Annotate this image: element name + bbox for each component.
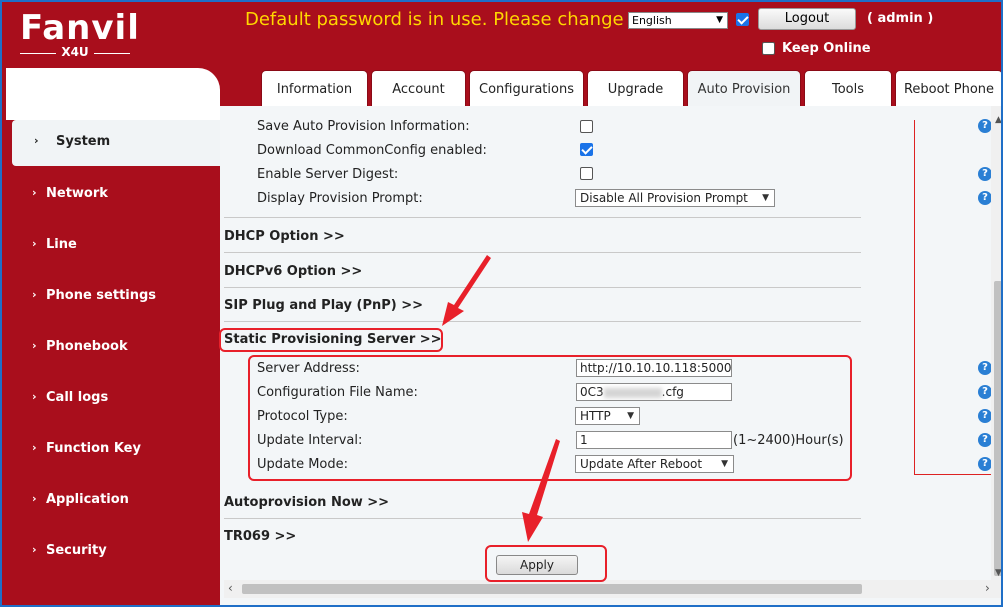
sidebar-item-label: Phone settings [46, 288, 157, 303]
sidebar-item-label: System [56, 134, 111, 149]
download-common-label: Download CommonConfig enabled: [257, 143, 487, 158]
model-label: X4U [61, 45, 89, 59]
chevron-down-icon: ▼ [762, 193, 769, 203]
chevron-right-icon: › [32, 186, 37, 199]
annotation-box-static-fields [248, 355, 852, 481]
divider [224, 287, 861, 288]
sidebar-item-system[interactable]: › System [12, 120, 220, 166]
scroll-down-icon[interactable]: ▼ [995, 568, 1001, 578]
annotation-box-static-header [219, 328, 443, 352]
fanvil-logo: Fanvil [20, 8, 140, 48]
keep-online-label: Keep Online [782, 41, 871, 56]
divider [224, 321, 861, 322]
sidebar-item-label: Network [46, 186, 108, 201]
help-icon[interactable]: ? [978, 191, 992, 205]
tab-upgrade[interactable]: Upgrade [587, 70, 684, 106]
sidebar-item-network[interactable]: › Network [2, 172, 220, 218]
tab-information[interactable]: Information [261, 70, 368, 106]
sidebar-item-phone-settings[interactable]: › Phone settings [2, 274, 220, 320]
sidebar-item-label: Call logs [46, 390, 109, 405]
keep-online-checkbox[interactable] [762, 42, 775, 55]
divider [224, 217, 861, 218]
sidebar-item-phonebook[interactable]: › Phonebook [2, 325, 220, 371]
server-digest-checkbox[interactable] [580, 167, 593, 180]
tab-account[interactable]: Account [371, 70, 466, 106]
help-icon[interactable]: ? [978, 167, 992, 181]
language-checkbox[interactable] [736, 13, 749, 26]
help-icon[interactable]: ? [978, 457, 992, 471]
sidebar-item-label: Phonebook [46, 339, 128, 354]
sidebar-item-security[interactable]: › Security [2, 529, 220, 575]
logout-button[interactable]: Logout [758, 8, 856, 30]
help-icon[interactable]: ? [978, 361, 992, 375]
language-value: English [632, 14, 672, 27]
sidebar-top-curve [6, 68, 220, 120]
help-icon[interactable]: ? [978, 409, 992, 423]
sidebar-item-label: Security [46, 543, 107, 558]
sidebar-item-application[interactable]: › Application [2, 478, 220, 524]
default-password-warning: Default password is in use. Please chang… [245, 9, 624, 30]
sidebar-item-label: Function Key [46, 441, 141, 456]
model-badge: X4U [20, 45, 130, 60]
help-icon[interactable]: ? [978, 385, 992, 399]
chevron-right-icon: › [32, 237, 37, 250]
section-dhcpv6-option[interactable]: DHCPv6 Option >> [224, 264, 362, 279]
tab-tools[interactable]: Tools [804, 70, 892, 106]
display-prompt-select[interactable]: Disable All Provision Prompt ▼ [575, 189, 775, 207]
admin-user-label: ( admin ) [867, 11, 934, 26]
scroll-up-icon[interactable]: ▲ [995, 115, 1001, 125]
divider [224, 518, 861, 519]
scroll-right-icon[interactable]: › [985, 581, 990, 595]
tab-reboot-phone[interactable]: Reboot Phone [895, 70, 1001, 106]
scrollbar-thumb[interactable] [242, 584, 862, 594]
download-common-checkbox[interactable] [580, 143, 593, 156]
horizontal-scrollbar[interactable] [224, 580, 1001, 598]
chevron-right-icon: › [34, 134, 39, 147]
help-icon[interactable]: ? [978, 433, 992, 447]
section-tr069[interactable]: TR069 >> [224, 529, 296, 544]
language-select[interactable]: English ▼ [628, 12, 728, 29]
section-dhcp-option[interactable]: DHCP Option >> [224, 229, 345, 244]
chevron-right-icon: › [32, 441, 37, 454]
help-icon[interactable]: ? [978, 119, 992, 133]
sidebar-item-label: Line [46, 237, 77, 252]
sidebar-item-call-logs[interactable]: › Call logs [2, 376, 220, 422]
tab-auto-provision[interactable]: Auto Provision [687, 70, 801, 106]
sidebar-item-function-key[interactable]: › Function Key [2, 427, 220, 473]
save-info-label: Save Auto Provision Information: [257, 119, 470, 134]
chevron-right-icon: › [32, 492, 37, 505]
chevron-right-icon: › [32, 543, 37, 556]
vertical-scrollbar[interactable] [991, 106, 1001, 580]
chevron-down-icon: ▼ [716, 15, 723, 25]
display-prompt-value: Disable All Provision Prompt [580, 191, 748, 205]
scroll-left-icon[interactable]: ‹ [228, 581, 233, 595]
display-prompt-label: Display Provision Prompt: [257, 191, 423, 206]
browser-frame: Fanvil X4U Default password is in use. P… [0, 0, 1003, 607]
chevron-right-icon: › [32, 288, 37, 301]
sidebar-item-label: Application [46, 492, 129, 507]
annotation-box-apply [485, 545, 607, 582]
sidebar-item-line[interactable]: › Line [2, 223, 220, 269]
chevron-right-icon: › [32, 390, 37, 403]
tab-configurations[interactable]: Configurations [469, 70, 584, 106]
scrollbar-thumb[interactable] [994, 281, 1001, 576]
server-digest-label: Enable Server Digest: [257, 167, 399, 182]
divider [224, 252, 861, 253]
section-sip-pnp[interactable]: SIP Plug and Play (PnP) >> [224, 298, 423, 313]
section-autoprovision-now[interactable]: Autoprovision Now >> [224, 495, 389, 510]
chevron-right-icon: › [32, 339, 37, 352]
save-info-checkbox[interactable] [580, 120, 593, 133]
